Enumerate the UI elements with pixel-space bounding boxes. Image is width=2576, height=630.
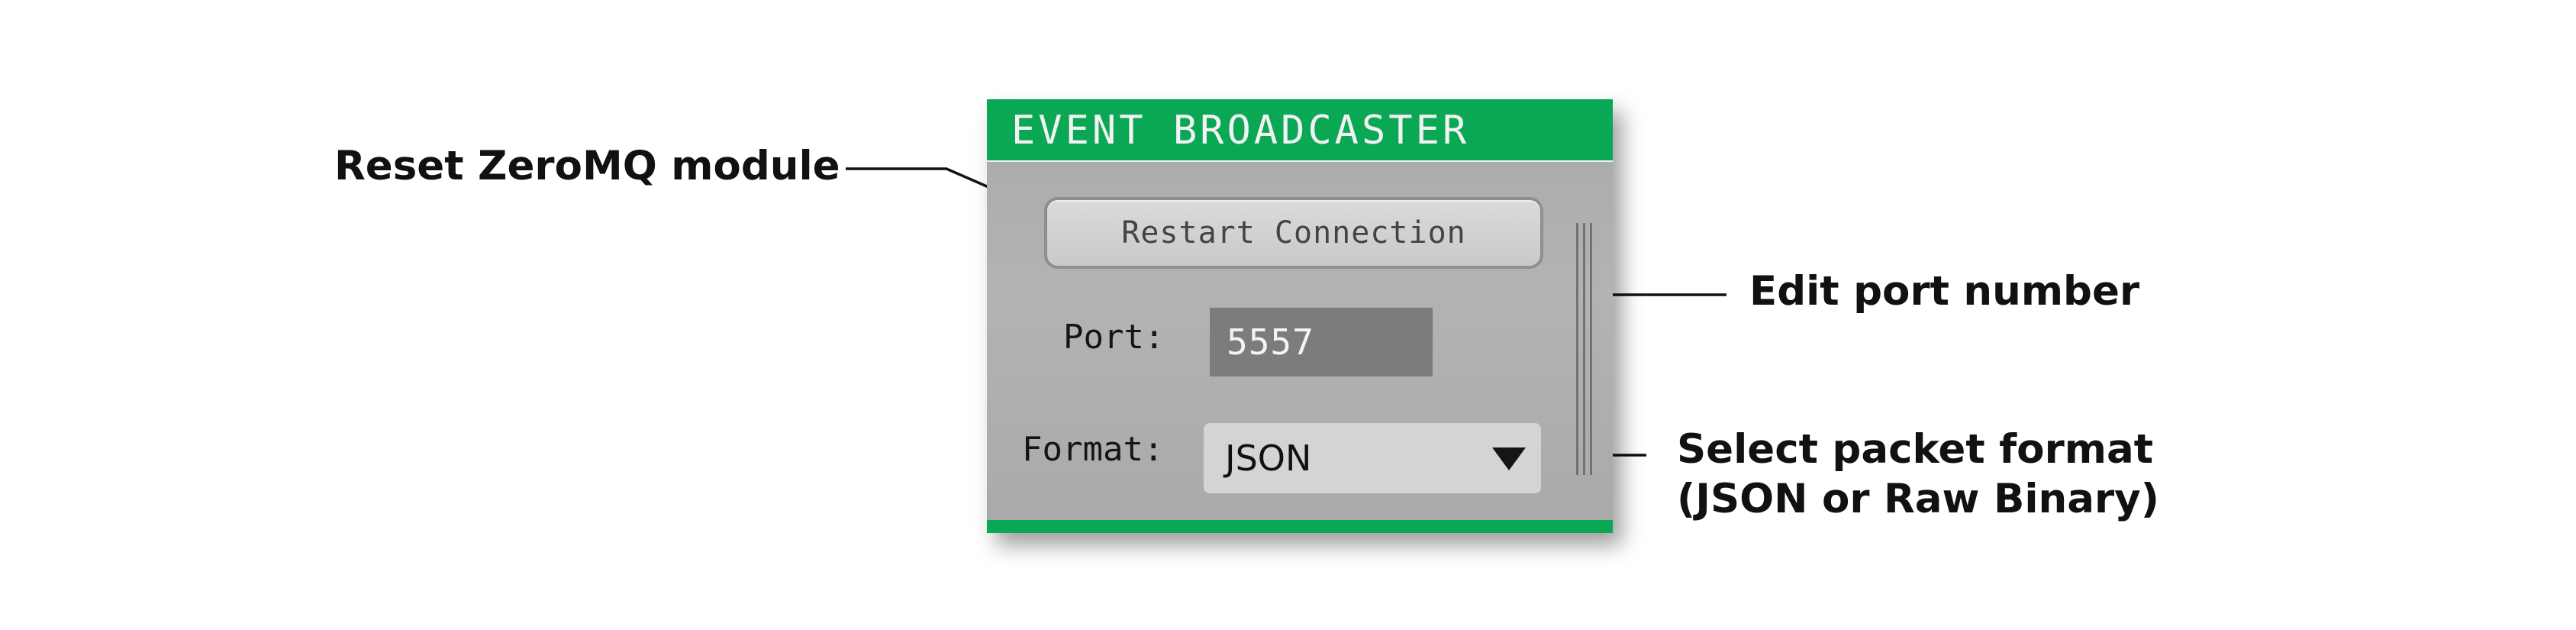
event-broadcaster-panel: EVENT BROADCASTER Restart Connection Por… — [987, 99, 1613, 533]
annotation-select-format: Select packet format (JSON or Raw Binary… — [1677, 425, 2159, 524]
annotation-format-line1: Select packet format — [1677, 426, 2154, 473]
annotation-reset-module: Reset ZeroMQ module — [334, 143, 840, 189]
panel-header: EVENT BROADCASTER — [987, 99, 1613, 162]
panel-scrollbar[interactable] — [1575, 223, 1594, 475]
scrollbar-track-line — [1583, 223, 1585, 475]
restart-connection-button[interactable]: Restart Connection — [1044, 197, 1543, 269]
annotation-edit-port: Edit port number — [1749, 268, 2140, 315]
port-label: Port: — [1063, 318, 1165, 357]
format-label: Format: — [1022, 430, 1164, 469]
panel-footer-bar — [987, 520, 1613, 533]
port-value: 5557 — [1227, 321, 1314, 363]
scrollbar-track-line — [1590, 223, 1592, 475]
port-input[interactable]: 5557 — [1210, 308, 1433, 376]
restart-connection-label: Restart Connection — [1121, 215, 1466, 250]
chevron-down-icon — [1492, 447, 1526, 470]
scrollbar-track-line — [1576, 223, 1578, 475]
panel-title: EVENT BROADCASTER — [1011, 108, 1470, 153]
format-selected-value: JSON — [1225, 438, 1312, 479]
format-dropdown[interactable]: JSON — [1204, 423, 1541, 493]
annotation-format-line2: (JSON or Raw Binary) — [1677, 475, 2159, 522]
